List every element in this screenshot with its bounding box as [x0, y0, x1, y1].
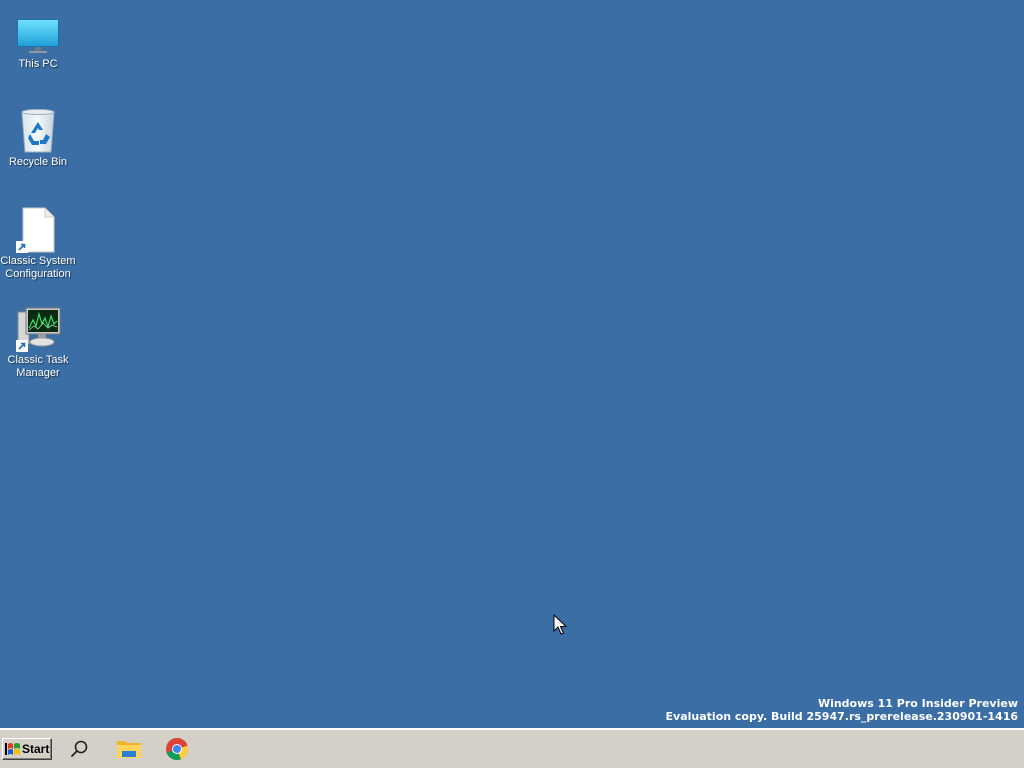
- start-button-label: Start: [22, 742, 50, 756]
- desktop-icon-classic-task-manager[interactable]: Classic Task Manager: [0, 304, 76, 380]
- recycle-bin-icon: [14, 106, 62, 154]
- windows-evaluation-watermark: Windows 11 Pro Insider Preview Evaluatio…: [666, 697, 1018, 723]
- file-explorer-icon: [117, 741, 141, 758]
- task-manager-icon: [14, 304, 62, 352]
- desktop[interactable]: This PC Recycle Bin Classic System Confi…: [0, 0, 1024, 728]
- watermark-build: Evaluation copy. Build 25947.rs_prerelea…: [665, 710, 1018, 723]
- mouse-cursor-icon: [553, 614, 567, 635]
- taskbar-chrome-button[interactable]: [162, 734, 192, 764]
- windows-flag-icon: [5, 743, 20, 755]
- document-icon: [14, 205, 62, 253]
- desktop-icon-classic-system-configuration[interactable]: Classic System Configuration: [0, 205, 76, 281]
- desktop-icon-label: Classic System Configuration: [0, 255, 76, 280]
- chrome-icon: [166, 737, 189, 761]
- watermark-edition: Windows 11 Pro Insider Preview: [817, 697, 1018, 710]
- desktop-icon-label: Recycle Bin: [8, 156, 68, 168]
- desktop-icon-this-pc[interactable]: This PC: [0, 8, 76, 71]
- taskbar: Start: [0, 728, 1024, 768]
- desktop-icon-recycle-bin[interactable]: Recycle Bin: [0, 106, 76, 169]
- search-icon: [70, 740, 88, 758]
- desktop-icon-label: Classic Task Manager: [7, 354, 69, 379]
- shortcut-arrow-icon: [16, 340, 28, 352]
- start-button[interactable]: Start: [2, 738, 52, 760]
- desktop-icon-label: This PC: [18, 58, 58, 70]
- taskbar-search-button[interactable]: [64, 734, 94, 764]
- taskbar-file-explorer-button[interactable]: [114, 734, 144, 764]
- monitor-icon: [14, 8, 62, 56]
- shortcut-arrow-icon: [16, 241, 28, 253]
